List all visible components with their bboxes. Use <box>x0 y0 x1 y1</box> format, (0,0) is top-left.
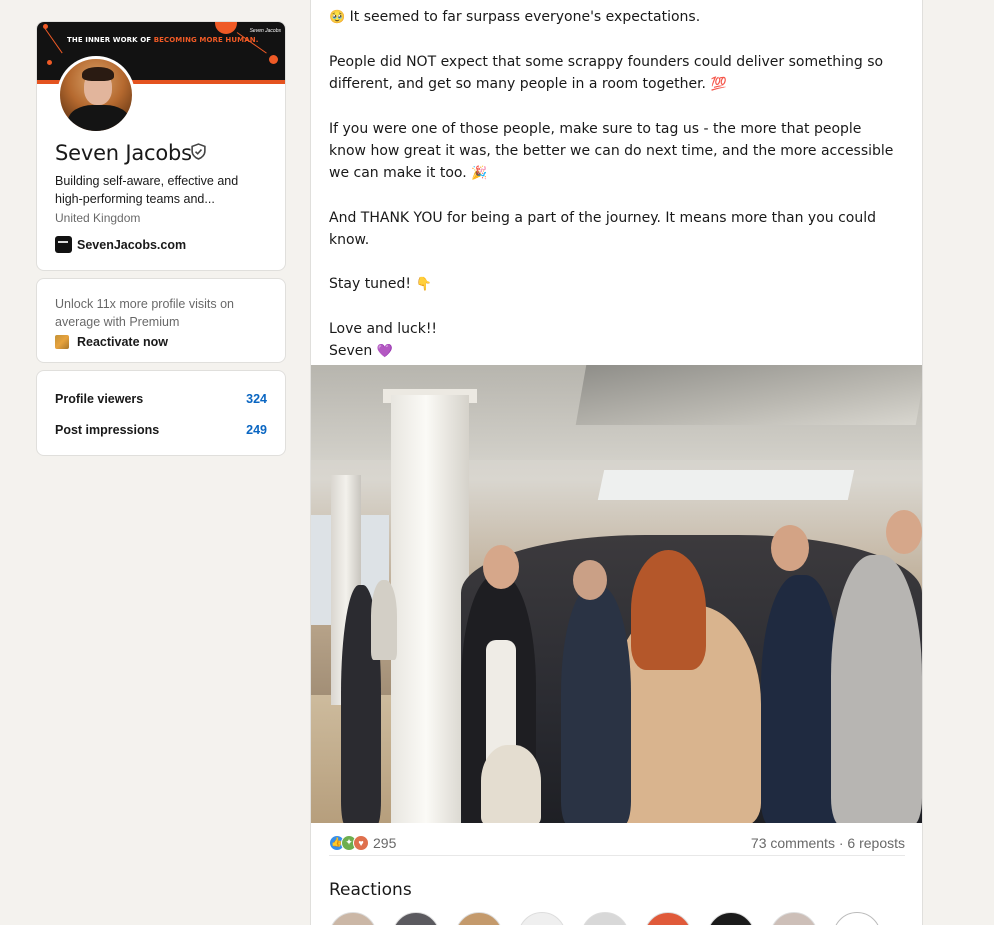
reactor-avatar[interactable] <box>329 912 377 925</box>
post-paragraph: 🥹 It seemed to far surpass everyone's ex… <box>329 6 899 29</box>
reactor-avatar[interactable] <box>644 912 692 925</box>
post-paragraph: And THANK YOU for being a part of the jo… <box>329 210 877 248</box>
reactions-heading: Reactions <box>329 880 412 900</box>
reactor-avatar[interactable] <box>770 912 818 925</box>
banner-brand: Seven Jacobs <box>249 28 281 34</box>
profile-avatar[interactable] <box>57 56 135 134</box>
reactor-avatars <box>329 912 896 925</box>
social-counts: 👍 ✦ ♥ 295 73 comments · 6 reposts <box>329 830 905 856</box>
emoji-pleading: 🥹 <box>329 10 346 25</box>
profile-card: THE INNER WORK OF BECOMING MORE HUMAN. S… <box>36 21 286 271</box>
verified-shield-icon <box>191 143 206 160</box>
profile-location: United Kingdom <box>55 211 141 225</box>
emoji-party: 🎉 <box>471 166 488 181</box>
premium-icon <box>55 335 69 349</box>
love-reaction-icon: ♥ <box>353 834 369 851</box>
stat-post-impressions[interactable]: Post impressions 249 <box>55 414 267 445</box>
post-paragraph: If you were one of those people, make su… <box>329 118 899 185</box>
reaction-count[interactable]: 295 <box>373 835 396 851</box>
reactor-avatar[interactable] <box>455 912 503 925</box>
emoji-hundred: 💯 <box>710 77 727 92</box>
reposts-count[interactable]: 6 reposts <box>847 835 905 851</box>
post-body: 🥹 It seemed to far surpass everyone's ex… <box>329 6 899 363</box>
website-link[interactable]: SevenJacobs.com <box>77 238 186 252</box>
banner-title: THE INNER WORK OF BECOMING MORE HUMAN. <box>67 36 259 44</box>
premium-cta-label[interactable]: Reactivate now <box>77 335 168 349</box>
reactor-avatar[interactable] <box>392 912 440 925</box>
premium-card: Unlock 11x more profile visits on averag… <box>36 278 286 363</box>
stat-profile-viewers[interactable]: Profile viewers 324 <box>55 383 267 414</box>
post-image[interactable] <box>311 365 922 823</box>
comments-reposts: 73 comments · 6 reposts <box>750 834 905 851</box>
reactor-avatar[interactable] <box>707 912 755 925</box>
profile-headline: Building self-aware, effective and high-… <box>55 174 239 206</box>
reaction-summary[interactable]: 👍 ✦ ♥ 295 <box>329 834 396 851</box>
emoji-point-down: 👇 <box>415 277 432 292</box>
post-paragraph: People did NOT expect that some scrappy … <box>329 51 899 96</box>
post-signoff: Seven 💜 <box>329 340 899 363</box>
premium-reactivate-button[interactable]: Reactivate now <box>55 335 267 349</box>
comments-count[interactable]: 73 comments <box>751 835 835 851</box>
post-paragraph: Stay tuned! 👇 <box>329 273 899 296</box>
premium-text: Unlock 11x more profile visits on averag… <box>55 297 235 329</box>
post-card: 🥹 It seemed to far surpass everyone's ex… <box>310 0 923 925</box>
reactor-avatar[interactable] <box>581 912 629 925</box>
emoji-purple-heart: 💜 <box>376 344 393 359</box>
reactor-more[interactable] <box>833 912 881 925</box>
profile-name[interactable]: Seven Jacobs <box>55 141 192 165</box>
reactor-avatar[interactable] <box>518 912 566 925</box>
profile-website[interactable]: SevenJacobs.com <box>55 236 186 253</box>
website-logo-icon <box>55 236 72 253</box>
post-paragraph: Love and luck!! <box>329 321 438 337</box>
stats-card: Profile viewers 324 Post impressions 249 <box>36 370 286 456</box>
